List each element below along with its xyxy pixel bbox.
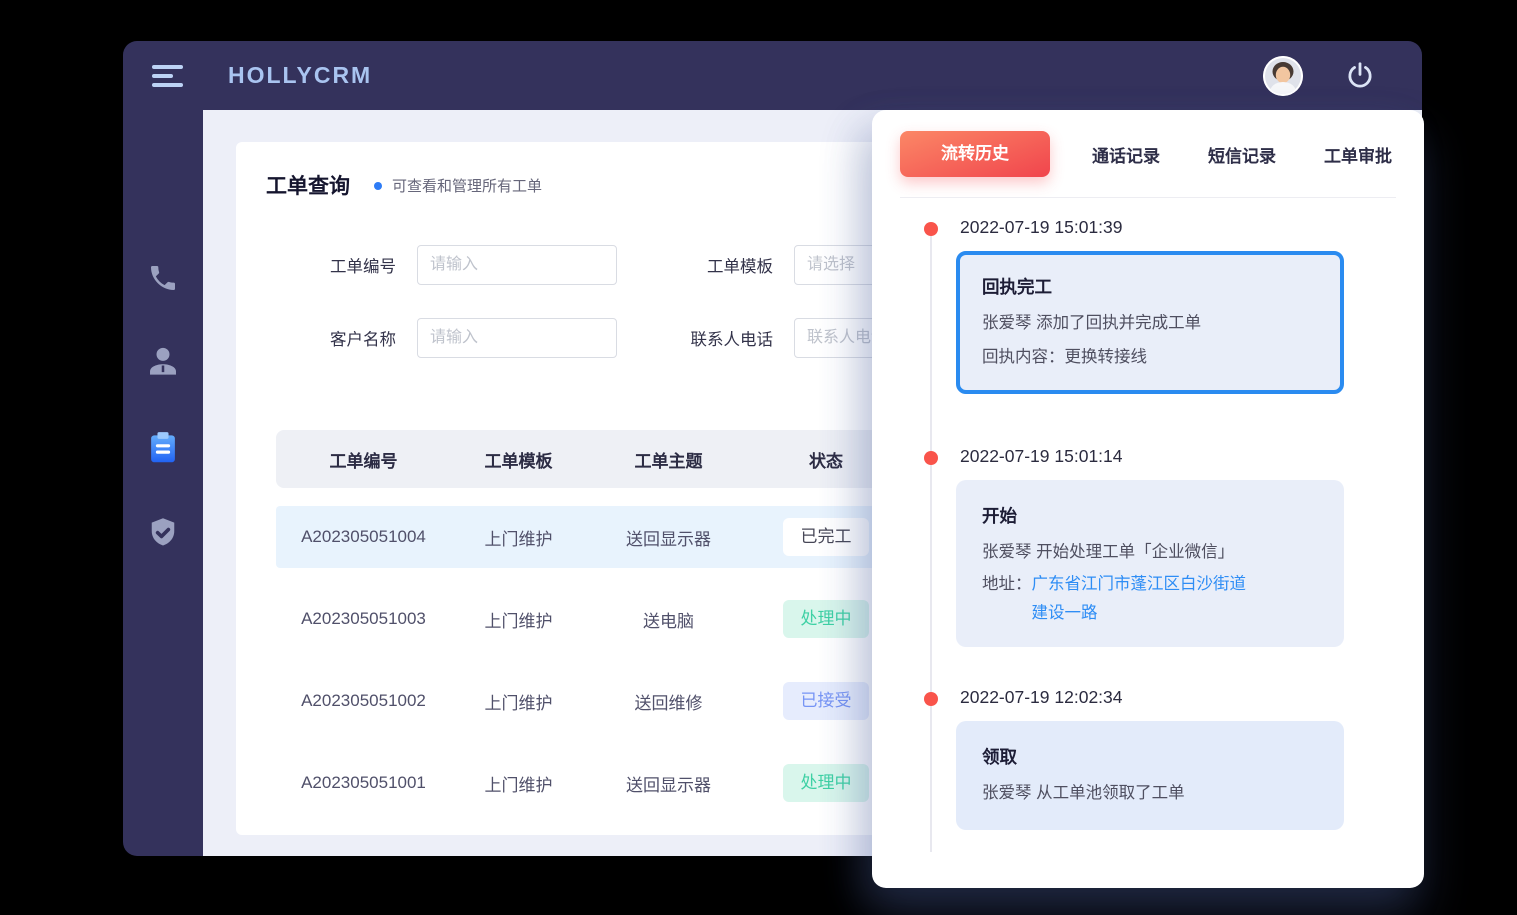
table-row[interactable]: A202305051003上门维护送电脑 处理中	[276, 588, 901, 650]
avatar[interactable]	[1263, 56, 1303, 96]
timeline-timestamp: 2022-07-19 12:02:34	[960, 687, 1424, 708]
cell-id: A202305051001	[276, 773, 451, 793]
status-badge: 已接受	[783, 682, 869, 720]
timeline-address-row: 地址：广东省江门市蓬江区白沙街道建设一路	[982, 570, 1318, 628]
detail-panel: 流转历史通话记录短信记录工单审批 2022-07-19 15:01:39回执完工…	[872, 110, 1424, 888]
status-badge: 处理中	[783, 764, 869, 802]
flow-history-timeline: 2022-07-19 15:01:39 回执完工张爱琴 添加了回执并完成工单回执内…	[872, 110, 1424, 888]
phone-icon	[147, 262, 179, 294]
timeline-card-text: 回执内容：更换转接线	[982, 341, 1318, 375]
timeline-entry: 2022-07-19 15:01:14 开始张爱琴 开始处理工单「企业微信」地址：…	[872, 446, 1424, 647]
timeline-timestamp: 2022-07-19 15:01:14	[960, 446, 1424, 467]
filter-input-order-id[interactable]	[417, 245, 617, 285]
address-link[interactable]: 广东省江门市蓬江区白沙街道建设一路	[1032, 570, 1248, 628]
menu-icon[interactable]	[152, 65, 184, 87]
timeline-dot-icon	[924, 222, 938, 236]
timeline-timestamp: 2022-07-19 15:01:39	[960, 217, 1424, 238]
work-order-table: 工单编号工单模板工单主题状态 A202305051004上门维护送回显示器已完工…	[276, 430, 901, 814]
timeline-card-text: 张爱琴 开始处理工单「企业微信」	[982, 536, 1318, 570]
cell-template: 上门维护	[451, 771, 586, 796]
clipboard-icon	[144, 429, 182, 467]
screen: HOLLYCRM	[0, 0, 1517, 915]
cell-subject: 送电脑	[586, 607, 751, 632]
sidebar-item-contacts[interactable]	[143, 342, 183, 382]
cell-template: 上门维护	[451, 607, 586, 632]
status-badge: 已完工	[783, 518, 869, 556]
timeline-entry: 2022-07-19 15:01:39 回执完工张爱琴 添加了回执并完成工单回执内…	[872, 217, 1424, 394]
timeline-entry: 2022-07-19 12:02:34 领取张爱琴 从工单池领取了工单	[872, 687, 1424, 830]
avatar-photo	[1263, 56, 1303, 96]
timeline-card-text: 张爱琴 添加了回执并完成工单	[982, 307, 1318, 341]
page-subtitle: 可查看和管理所有工单	[392, 175, 542, 196]
filter-label-contact-phone: 联系人电话	[638, 326, 773, 350]
timeline-card-title: 领取	[982, 744, 1318, 769]
subtitle-dot-icon	[374, 182, 382, 190]
timeline-card[interactable]: 领取张爱琴 从工单池领取了工单	[956, 721, 1344, 830]
filter-input-customer-name[interactable]	[417, 318, 617, 358]
timeline-card[interactable]: 开始张爱琴 开始处理工单「企业微信」地址：广东省江门市蓬江区白沙街道建设一路	[956, 480, 1344, 647]
cell-subject: 送回显示器	[586, 771, 751, 796]
sidebar	[123, 110, 203, 856]
timeline-card-title: 开始	[982, 503, 1318, 528]
filter-label-customer-name: 客户名称	[281, 326, 396, 350]
cell-subject: 送回显示器	[586, 525, 751, 550]
filter-label-order-template: 工单模板	[638, 253, 773, 277]
timeline-dot-icon	[924, 692, 938, 706]
sidebar-item-orders[interactable]	[143, 428, 183, 468]
cell-id: A202305051004	[276, 527, 451, 547]
sidebar-item-phone[interactable]	[143, 258, 183, 298]
page-head: 工单查询 可查看和管理所有工单	[266, 170, 542, 200]
cell-template: 上门维护	[451, 525, 586, 550]
timeline-card-title: 回执完工	[982, 274, 1318, 299]
cell-id: A202305051002	[276, 691, 451, 711]
table-row[interactable]: A202305051004上门维护送回显示器 已完工	[276, 506, 901, 568]
cell-subject: 送回维修	[586, 689, 751, 714]
timeline-card-text: 张爱琴 从工单池领取了工单	[982, 777, 1318, 811]
cell-id: A202305051003	[276, 609, 451, 629]
person-icon	[144, 343, 182, 381]
table-body: A202305051004上门维护送回显示器已完工A202305051003上门…	[276, 506, 901, 814]
table-header: 工单编号工单模板工单主题状态	[276, 430, 901, 488]
power-icon[interactable]	[1344, 60, 1376, 92]
status-badge: 处理中	[783, 600, 869, 638]
page-title: 工单查询	[266, 170, 350, 200]
table-row[interactable]: A202305051002上门维护送回维修 已接受	[276, 670, 901, 732]
brand-logo: HOLLYCRM	[228, 62, 372, 89]
table-column-header: 工单模板	[451, 447, 586, 472]
address-label: 地址：	[982, 570, 1032, 628]
shield-check-icon	[145, 515, 181, 551]
topbar: HOLLYCRM	[123, 41, 1422, 110]
timeline-dot-icon	[924, 451, 938, 465]
table-column-header: 工单编号	[276, 447, 451, 472]
filter-label-order-id: 工单编号	[281, 253, 396, 277]
timeline-card[interactable]: 回执完工张爱琴 添加了回执并完成工单回执内容：更换转接线	[956, 251, 1344, 394]
table-column-header: 工单主题	[586, 447, 751, 472]
table-row[interactable]: A202305051001上门维护送回显示器 处理中	[276, 752, 901, 814]
sidebar-item-security[interactable]	[143, 513, 183, 553]
cell-template: 上门维护	[451, 689, 586, 714]
